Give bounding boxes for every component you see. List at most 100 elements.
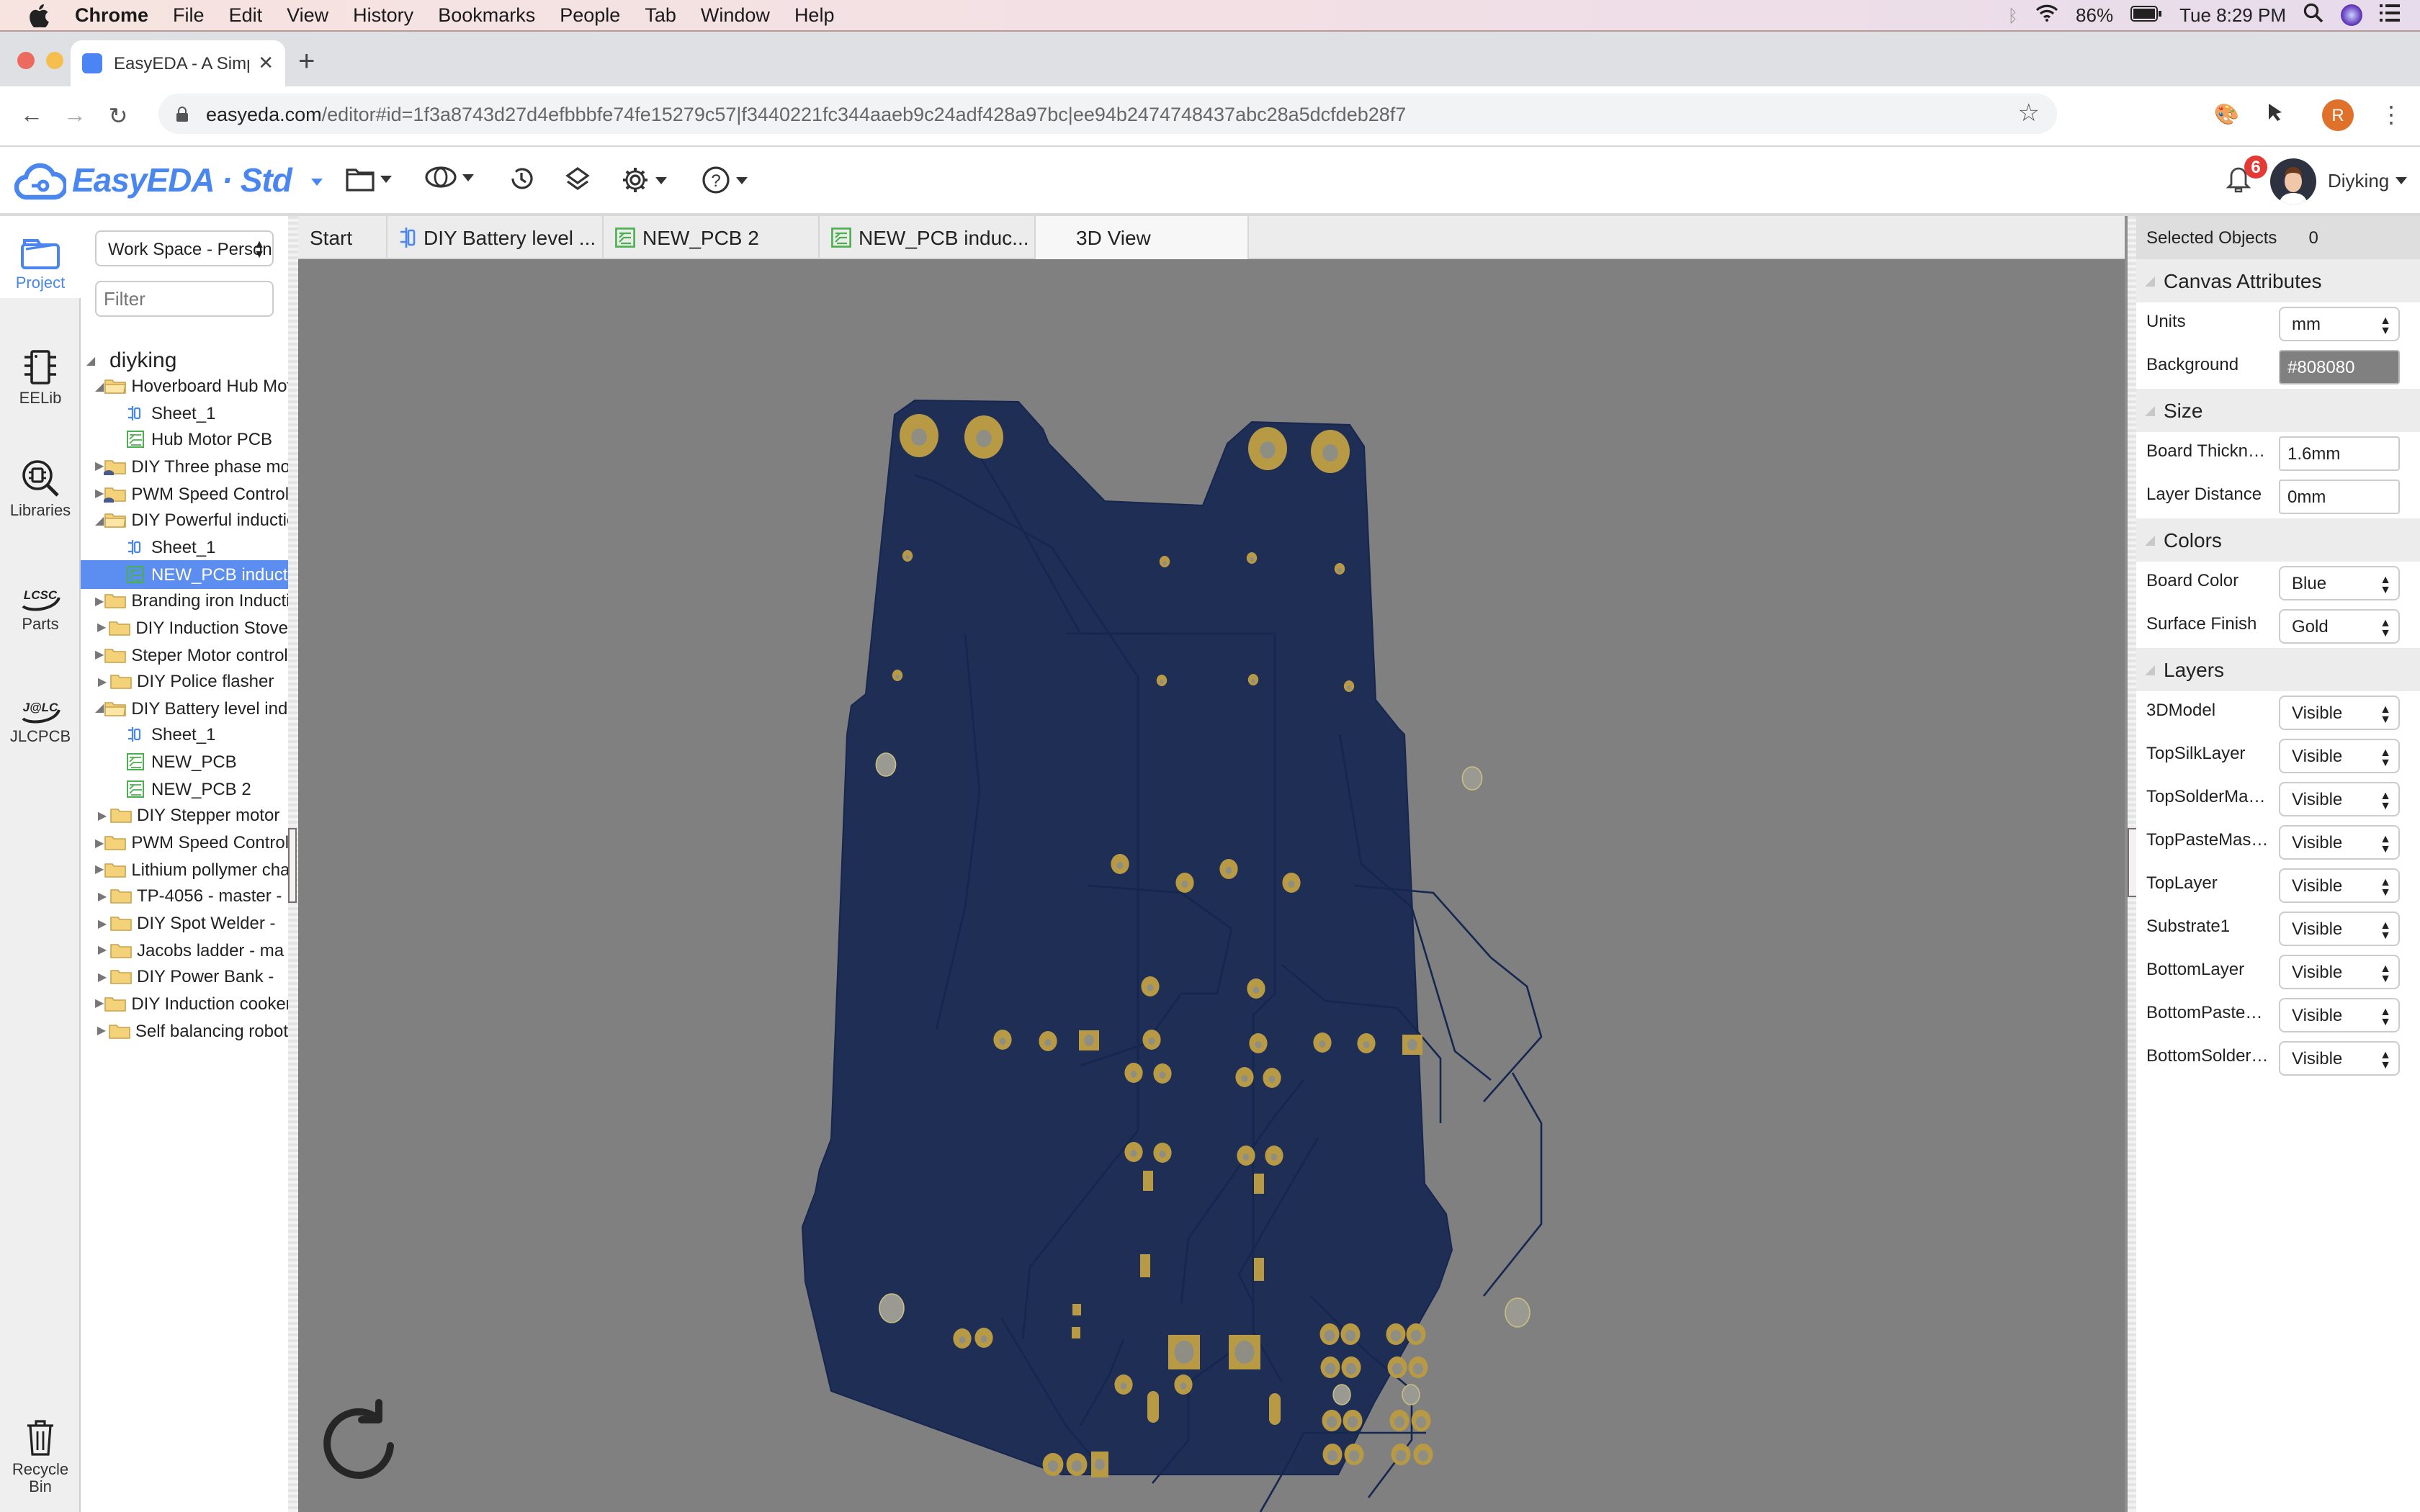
browser-profile-avatar[interactable]: R: [2322, 99, 2354, 131]
pcb-3d-render[interactable]: [298, 259, 2125, 1512]
expand-right-icon[interactable]: ▶: [95, 460, 104, 473]
new-tab-button[interactable]: +: [298, 46, 315, 79]
layer-visibility-select[interactable]: Visible ▲ ▼: [2279, 1041, 2400, 1076]
wifi-icon[interactable]: [2035, 4, 2058, 26]
rail-project[interactable]: Project: [0, 216, 81, 298]
user-avatar[interactable]: [2270, 158, 2316, 204]
project-filter-input[interactable]: [95, 281, 274, 317]
rail-libraries[interactable]: Libraries: [0, 458, 81, 520]
expand-down-icon[interactable]: ◢: [95, 514, 104, 527]
spotlight-search-icon[interactable]: [2303, 3, 2323, 27]
workspace-select[interactable]: Work Space - Personal ▲ ▼: [95, 230, 274, 266]
bookmark-star-icon[interactable]: ☆: [2018, 99, 2040, 128]
expand-down-icon[interactable]: ◢: [95, 702, 104, 715]
back-button[interactable]: ←: [17, 103, 46, 129]
expand-right-icon[interactable]: ▶: [95, 1024, 108, 1037]
tab-3d-view[interactable]: 3D View: [1036, 216, 1249, 259]
rail-eelib[interactable]: EELib: [0, 348, 81, 408]
tree-folder[interactable]: ▶ DIY Spot Welder -: [81, 909, 288, 937]
user-menu[interactable]: Diyking: [2328, 170, 2407, 192]
minimize-window-button[interactable]: [46, 52, 63, 69]
browser-tab-easyeda[interactable]: EasyEDA - A Simple and Power ✕: [71, 40, 285, 86]
tree-document[interactable]: Sheet_1: [81, 398, 288, 427]
tree-folder[interactable]: ▶ Self balancing robot: [81, 1016, 288, 1045]
bluetooth-icon[interactable]: ᛒ: [2008, 5, 2018, 25]
tab-new-pcb-2[interactable]: NEW_PCB 2: [604, 216, 820, 259]
menu-file[interactable]: File: [173, 4, 205, 26]
address-bar[interactable]: easyeda.com /editor#id=1f3a8743d27d4efbb…: [158, 94, 2057, 134]
tab-start[interactable]: Start: [298, 216, 387, 259]
expand-right-icon[interactable]: ▶: [95, 997, 104, 1010]
tree-document[interactable]: NEW_PCB: [81, 747, 288, 776]
expand-right-icon[interactable]: ▶: [95, 971, 109, 984]
tree-folder[interactable]: ▶ PWM Speed Controller: [81, 828, 288, 857]
expand-right-icon[interactable]: ▶: [95, 621, 108, 634]
close-window-button[interactable]: [17, 52, 35, 69]
menu-history[interactable]: History: [353, 4, 413, 26]
tree-folder[interactable]: ▶ PWM Speed Controller: [81, 479, 288, 508]
section-layers[interactable]: Layers: [2136, 648, 2420, 691]
surface-finish-select[interactable]: Gold ▲ ▼: [2279, 609, 2400, 644]
clock[interactable]: Tue 8:29 PM: [2179, 4, 2286, 26]
expand-right-icon[interactable]: ▶: [95, 594, 104, 607]
menu-help[interactable]: Help: [794, 4, 835, 26]
layer-visibility-select[interactable]: Visible ▲ ▼: [2279, 868, 2400, 903]
tree-document[interactable]: NEW_PCB 2: [81, 775, 288, 804]
expand-right-icon[interactable]: ▶: [95, 675, 109, 688]
tree-folder[interactable]: ▶ Jacobs ladder - ma: [81, 935, 288, 964]
rail-jlcpcb[interactable]: J@LC JLCPCB: [0, 696, 81, 746]
menu-edit[interactable]: Edit: [229, 4, 263, 26]
view-menu-button[interactable]: [425, 166, 474, 189]
close-tab-icon[interactable]: ✕: [258, 52, 274, 75]
layers-button[interactable]: [565, 166, 591, 192]
browser-menu-icon[interactable]: ⋮: [2380, 101, 2403, 130]
units-select[interactable]: mm ▲ ▼: [2279, 307, 2400, 341]
layer-visibility-select[interactable]: Visible ▲ ▼: [2279, 696, 2400, 730]
menu-bookmarks[interactable]: Bookmarks: [438, 4, 535, 26]
board-thickness-input[interactable]: 1.6mm: [2279, 436, 2400, 471]
tree-folder[interactable]: ◢ DIY Powerful induction: [81, 506, 288, 535]
layer-visibility-select[interactable]: Visible ▲ ▼: [2279, 912, 2400, 946]
expand-right-icon[interactable]: ▶: [95, 836, 104, 849]
left-panel-splitter[interactable]: [288, 216, 298, 1512]
section-canvas-attributes[interactable]: Canvas Attributes: [2136, 259, 2420, 302]
menu-window[interactable]: Window: [701, 4, 770, 26]
layer-visibility-select[interactable]: Visible ▲ ▼: [2279, 998, 2400, 1032]
tree-folder[interactable]: ▶ DIY Stepper motor: [81, 801, 288, 830]
tree-folder[interactable]: ▶ Steper Motor controller: [81, 640, 288, 669]
layer-visibility-select[interactable]: Visible ▲ ▼: [2279, 782, 2400, 816]
siri-icon[interactable]: [2341, 4, 2362, 26]
tree-folder[interactable]: ▶ TP-4056 - master -: [81, 882, 288, 911]
battery-icon[interactable]: [2130, 4, 2162, 26]
tree-folder[interactable]: ▶ Lithium pollymer charger: [81, 855, 288, 883]
collapse-left-panel-handle[interactable]: [288, 828, 297, 903]
section-colors[interactable]: Colors: [2136, 518, 2420, 562]
section-size[interactable]: Size: [2136, 389, 2420, 432]
tree-folder[interactable]: ▶ DIY Induction cooker: [81, 989, 288, 1018]
forward-button[interactable]: →: [60, 103, 89, 129]
apple-icon[interactable]: [29, 4, 52, 27]
tree-document[interactable]: Sheet_1: [81, 533, 288, 562]
menu-people[interactable]: People: [560, 4, 620, 26]
reset-view-icon[interactable]: [313, 1397, 405, 1489]
expand-down-icon[interactable]: ◢: [84, 354, 98, 366]
expand-right-icon[interactable]: ▶: [95, 648, 104, 661]
tree-folder[interactable]: ◢ DIY Battery level indicator: [81, 694, 288, 723]
tree-folder[interactable]: ▶ DIY Police flasher: [81, 667, 288, 696]
layer-visibility-select[interactable]: Visible ▲ ▼: [2279, 739, 2400, 773]
logo-dropdown-caret[interactable]: [311, 179, 323, 186]
3d-view-canvas[interactable]: [298, 259, 2125, 1512]
tree-folder[interactable]: ▶ DIY Power Bank -: [81, 963, 288, 991]
expand-right-icon[interactable]: ▶: [95, 863, 104, 876]
layer-visibility-select[interactable]: Visible ▲ ▼: [2279, 955, 2400, 989]
tree-document[interactable]: NEW_PCB induction: [81, 559, 288, 589]
settings-menu-button[interactable]: [621, 166, 667, 194]
layer-visibility-select[interactable]: Visible ▲ ▼: [2279, 825, 2400, 860]
expand-right-icon[interactable]: ▶: [95, 487, 104, 500]
expand-right-icon[interactable]: ▶: [95, 809, 109, 822]
expand-right-icon[interactable]: ▶: [95, 943, 109, 956]
menu-tab[interactable]: Tab: [645, 4, 676, 26]
tree-document[interactable]: Sheet_1: [81, 721, 288, 750]
tab-diy-battery-schematic[interactable]: DIY Battery level ...: [387, 216, 604, 259]
extension-palette-icon[interactable]: 🎨: [2214, 102, 2239, 127]
